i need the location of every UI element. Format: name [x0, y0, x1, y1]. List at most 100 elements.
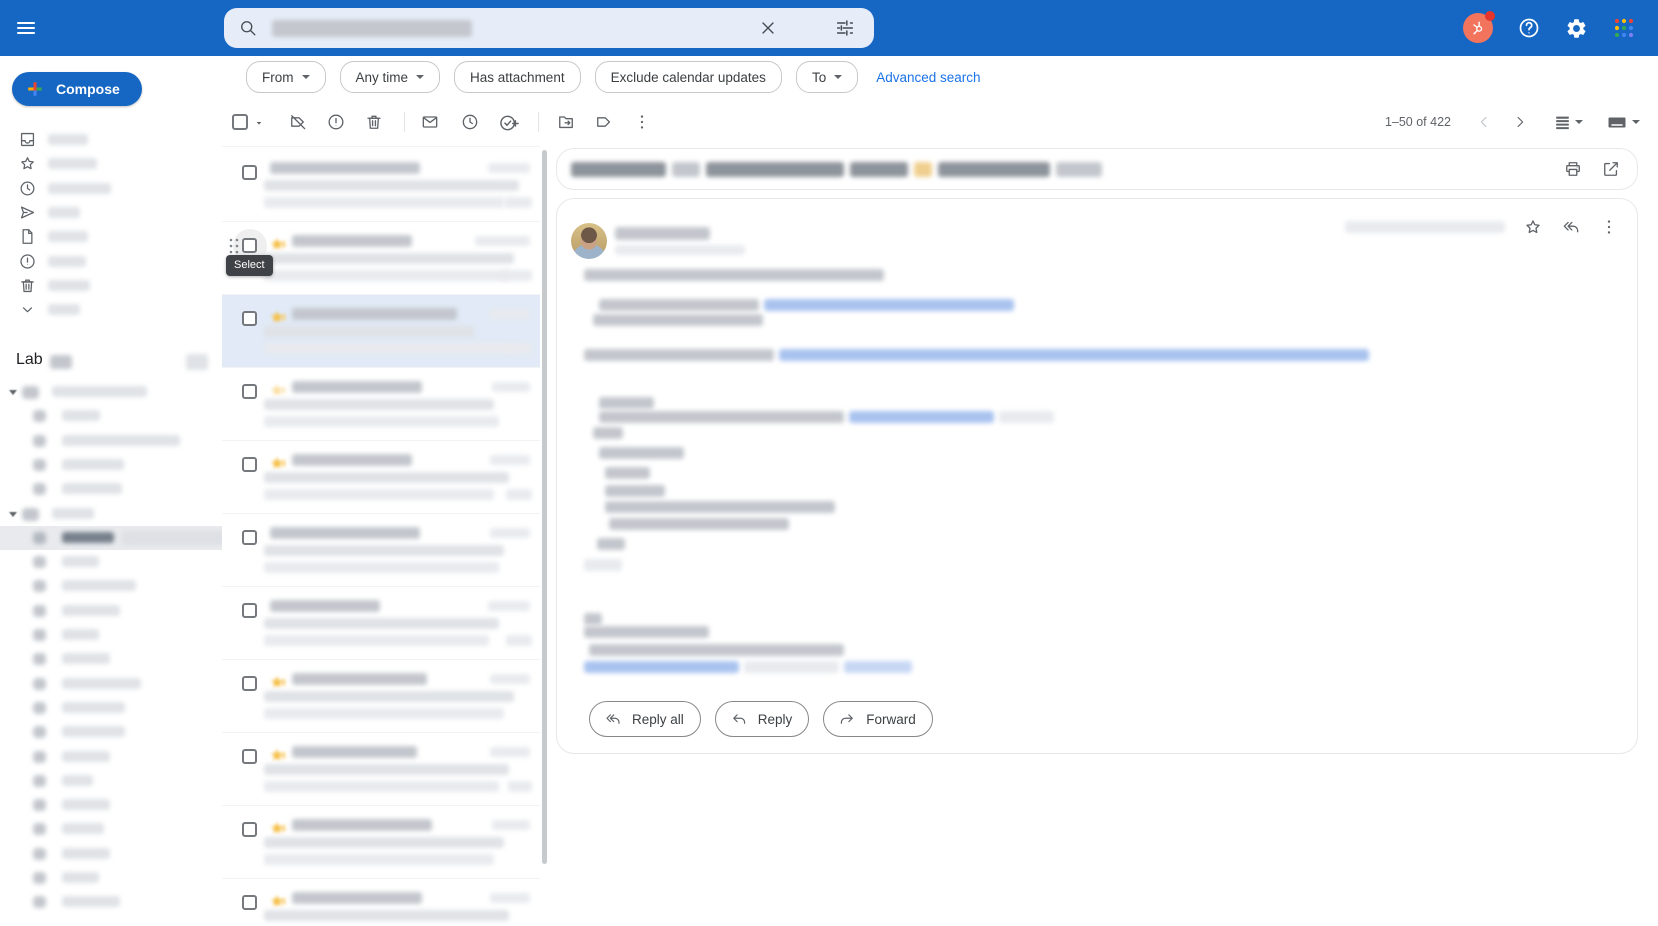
more-icon[interactable] — [1599, 217, 1619, 237]
sidebar-item-trash[interactable] — [0, 274, 222, 298]
email-row[interactable] — [222, 295, 540, 368]
expand-arrow-icon[interactable] — [9, 512, 17, 517]
labels-icon[interactable] — [594, 112, 614, 132]
chip-any-time[interactable]: Any time — [340, 61, 441, 93]
input-tools-toggle[interactable] — [1605, 110, 1640, 134]
split-pane-toggle[interactable] — [1553, 113, 1583, 132]
sidebar-label-item[interactable] — [0, 842, 222, 866]
report-spam-icon[interactable] — [326, 112, 346, 132]
sidebar-label-item[interactable] — [0, 647, 222, 671]
compose-button[interactable]: Compose — [12, 72, 142, 106]
star-icon[interactable] — [1523, 217, 1543, 237]
drag-handle-icon[interactable] — [229, 237, 239, 255]
help-icon[interactable] — [1517, 16, 1541, 40]
sidebar-label-item[interactable] — [0, 866, 222, 890]
snooze-icon[interactable] — [460, 112, 480, 132]
sidebar-item-clock[interactable] — [0, 177, 222, 201]
sidebar-item-inbox[interactable] — [0, 128, 222, 152]
sidebar-label-item[interactable] — [0, 453, 222, 477]
reply-button[interactable]: Reply — [715, 701, 810, 737]
sidebar-item-draft[interactable] — [0, 225, 222, 249]
sidebar-label-item[interactable] — [0, 890, 222, 914]
chip-to[interactable]: To — [796, 61, 858, 93]
email-row[interactable] — [222, 368, 540, 441]
row-checkbox[interactable] — [242, 530, 257, 545]
open-in-new-icon[interactable] — [1601, 159, 1621, 179]
chip-from[interactable]: From — [246, 61, 326, 93]
email-row[interactable] — [222, 806, 540, 879]
row-checkbox[interactable] — [242, 384, 257, 399]
select-dropdown-arrow-icon[interactable] — [252, 116, 266, 130]
list-scrollbar[interactable] — [542, 150, 547, 864]
star-important-icon[interactable] — [268, 746, 286, 764]
mark-unread-icon[interactable] — [420, 112, 440, 132]
row-checkbox[interactable] — [242, 749, 257, 764]
settings-gear-icon[interactable] — [1565, 17, 1588, 40]
row-checkbox[interactable] — [242, 895, 257, 910]
sidebar-label-item[interactable] — [0, 817, 222, 841]
reply-all-icon[interactable] — [1561, 217, 1581, 237]
sidebar-label-item[interactable] — [0, 477, 222, 501]
row-checkbox[interactable] — [242, 603, 257, 618]
sidebar-label-item[interactable] — [0, 380, 222, 404]
add-to-tasks-icon[interactable] — [498, 112, 520, 134]
sidebar-item-spam[interactable] — [0, 250, 222, 274]
email-row[interactable] — [222, 441, 540, 514]
move-to-icon[interactable] — [556, 112, 576, 132]
reply-all-button[interactable]: Reply all — [589, 701, 701, 737]
sidebar-label-item[interactable] — [0, 599, 222, 623]
row-checkbox[interactable] — [242, 676, 257, 691]
chip-has-attachment[interactable]: Has attachment — [454, 61, 581, 93]
row-checkbox[interactable] — [242, 457, 257, 472]
star-important-icon[interactable] — [268, 673, 286, 691]
create-label-plus-icon[interactable] — [186, 354, 208, 370]
email-row[interactable] — [222, 149, 540, 222]
row-checkbox[interactable] — [242, 311, 257, 326]
sidebar-label-item[interactable] — [0, 769, 222, 793]
row-checkbox[interactable] — [242, 822, 257, 837]
forward-button[interactable]: Forward — [823, 701, 933, 737]
sidebar-label-item[interactable] — [0, 672, 222, 696]
delete-icon[interactable] — [364, 112, 384, 132]
email-row[interactable] — [222, 514, 540, 587]
sidebar-label-item[interactable] — [0, 623, 222, 647]
email-row[interactable] — [222, 587, 540, 660]
sidebar-label-item[interactable] — [0, 720, 222, 744]
sidebar-item-star[interactable] — [0, 152, 222, 176]
row-checkbox[interactable] — [242, 165, 257, 180]
tune-icon[interactable] — [834, 17, 856, 39]
sidebar-item-chevdown[interactable] — [0, 298, 222, 322]
sidebar-label-item[interactable] — [0, 429, 222, 453]
email-row[interactable] — [222, 879, 540, 926]
star-important-icon[interactable] — [268, 819, 286, 837]
apps-grid-icon[interactable] — [1612, 16, 1636, 40]
sidebar-label-item[interactable] — [0, 696, 222, 720]
main-menu-button[interactable] — [12, 14, 40, 42]
chip-exclude-calendar-updates[interactable]: Exclude calendar updates — [595, 61, 782, 93]
sidebar-label-item[interactable] — [0, 550, 222, 574]
more-icon[interactable] — [632, 112, 652, 132]
sidebar-label-item[interactable] — [0, 745, 222, 769]
next-page-icon[interactable] — [1511, 113, 1529, 131]
sidebar-label-item[interactable] — [0, 793, 222, 817]
star-important-icon[interactable] — [268, 308, 286, 326]
sidebar-label-item[interactable] — [0, 574, 222, 598]
star-important-icon[interactable] — [268, 892, 286, 910]
email-row[interactable] — [222, 660, 540, 733]
search-bar[interactable] — [224, 8, 874, 48]
prev-page-icon[interactable] — [1475, 113, 1493, 131]
hubspot-app-icon[interactable] — [1463, 13, 1493, 43]
select-all-checkbox[interactable] — [232, 114, 248, 130]
row-checkbox[interactable] — [242, 238, 257, 253]
not-spam-icon[interactable] — [288, 112, 308, 132]
sidebar-label-item[interactable] — [0, 526, 222, 550]
sidebar-label-item[interactable] — [0, 502, 222, 526]
star-important-icon[interactable] — [268, 235, 286, 253]
star-important-icon[interactable] — [268, 381, 286, 399]
expand-arrow-icon[interactable] — [9, 390, 17, 395]
clear-search-icon[interactable] — [758, 18, 778, 38]
email-row[interactable] — [222, 733, 540, 806]
advanced-search-link[interactable]: Advanced search — [876, 70, 980, 85]
sidebar-item-send[interactable] — [0, 201, 222, 225]
print-icon[interactable] — [1563, 159, 1583, 179]
